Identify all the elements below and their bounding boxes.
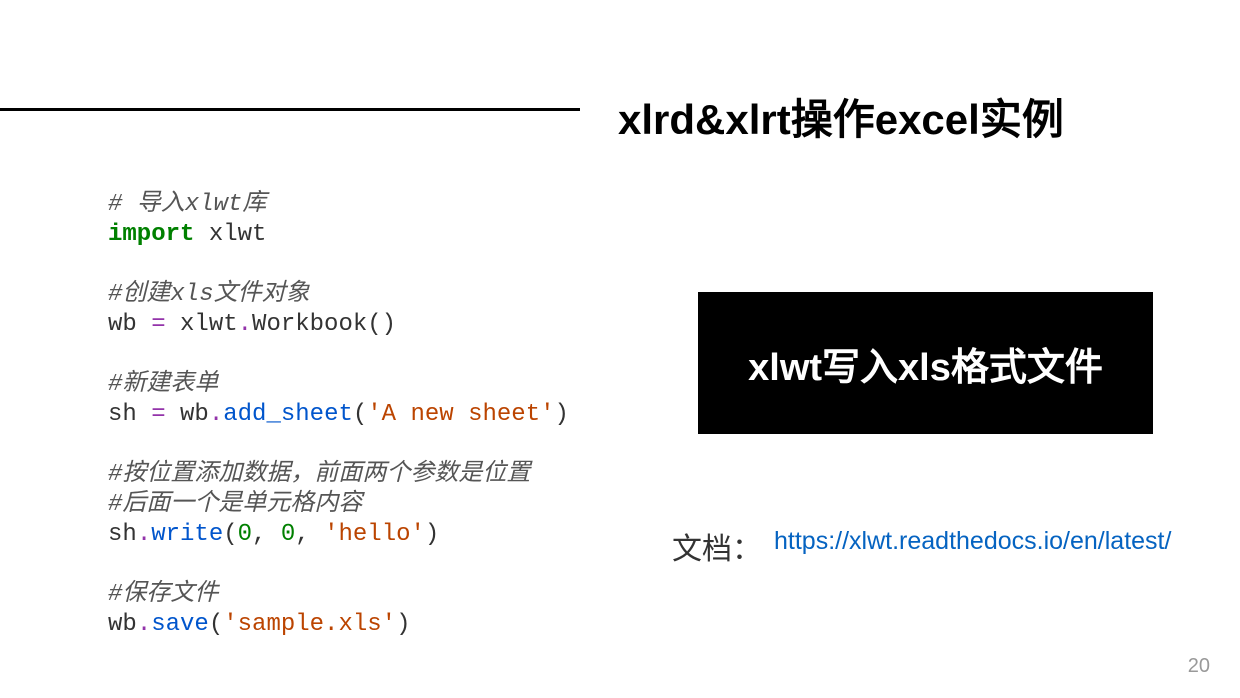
code-string: 'A new sheet' — [367, 401, 554, 428]
code-comment: # 导入xlwt库 — [108, 191, 266, 218]
code-paren: ) — [425, 521, 439, 548]
code-keyword: import — [108, 221, 194, 248]
code-method: write — [151, 521, 223, 548]
code-dot: . — [137, 611, 151, 638]
code-operator: = — [151, 311, 165, 338]
code-comment: #后面一个是单元格内容 — [108, 491, 362, 518]
code-text: sh — [108, 521, 137, 548]
code-comment: #保存文件 — [108, 581, 218, 608]
code-number: 0 — [238, 521, 252, 548]
highlight-box-text: xlwt写入xls格式文件 — [748, 336, 1103, 391]
code-block: # 导入xlwt库 import xlwt #创建xls文件对象 wb = xl… — [108, 190, 569, 640]
page-title: xlrd&xlrt操作excel实例 — [618, 86, 1064, 147]
code-text: xlwt — [194, 221, 266, 248]
code-comment: #按位置添加数据，前面两个参数是位置 — [108, 461, 530, 488]
code-paren: ) — [396, 611, 410, 638]
code-paren: ) — [555, 401, 569, 428]
code-text: xlwt — [166, 311, 238, 338]
code-paren: ( — [223, 521, 237, 548]
code-dot: . — [209, 401, 223, 428]
code-text: sh — [108, 401, 151, 428]
code-text: wb — [108, 611, 137, 638]
code-text: wb — [166, 401, 209, 428]
code-paren: ( — [209, 611, 223, 638]
code-method: add_sheet — [223, 401, 353, 428]
code-text: wb — [108, 311, 151, 338]
code-string: 'hello' — [324, 521, 425, 548]
code-method: save — [151, 611, 209, 638]
code-dot: . — [137, 521, 151, 548]
page-number: 20 — [1188, 655, 1210, 678]
code-operator: = — [151, 401, 165, 428]
code-comment: #新建表单 — [108, 371, 218, 398]
doc-link[interactable]: https://xlwt.readthedocs.io/en/latest/ — [774, 527, 1171, 556]
doc-label: 文档： — [672, 524, 762, 568]
title-divider — [0, 108, 580, 111]
code-comma: , — [252, 521, 281, 548]
code-number: 0 — [281, 521, 295, 548]
code-comma: , — [295, 521, 324, 548]
code-text: Workbook() — [252, 311, 396, 338]
code-string: 'sample.xls' — [223, 611, 396, 638]
code-comment: #创建xls文件对象 — [108, 281, 310, 308]
highlight-box: xlwt写入xls格式文件 — [698, 292, 1153, 434]
code-paren: ( — [353, 401, 367, 428]
code-dot: . — [238, 311, 252, 338]
